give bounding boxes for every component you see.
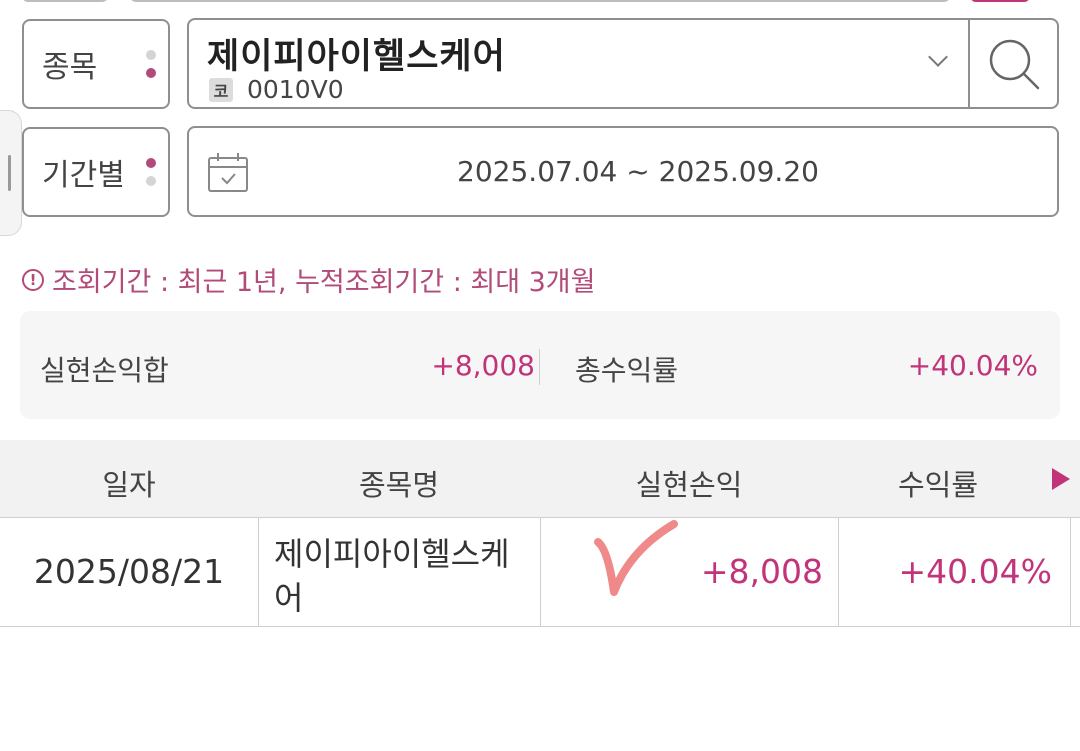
top-cutoff-left bbox=[22, 0, 108, 2]
notice: ! 조회기간 : 최근 1년, 누적조회기간 : 최대 3개월 bbox=[22, 260, 596, 299]
scroll-right-icon[interactable] bbox=[1052, 468, 1070, 490]
side-drawer-handle[interactable] bbox=[0, 110, 22, 236]
table-row[interactable]: 2025/08/21 제이피아이헬스케어 +8,008 +40.04% bbox=[0, 518, 1080, 627]
row-return-rate: +40.04% bbox=[898, 552, 1052, 591]
drawer-grip-icon bbox=[8, 155, 11, 191]
date-range-field[interactable]: 2025.07.04 ~ 2025.09.20 bbox=[187, 126, 1059, 217]
search-icon bbox=[989, 39, 1040, 90]
total-return-label: 총수익률 bbox=[575, 354, 679, 387]
check-mark-icon bbox=[594, 520, 678, 596]
column-divider bbox=[838, 518, 839, 627]
stock-code: 0010V0 bbox=[247, 75, 344, 104]
date-range-text: 2025.07.04 ~ 2025.09.20 bbox=[457, 155, 819, 188]
toggle-dots bbox=[146, 50, 156, 78]
row-date: 2025/08/21 bbox=[33, 552, 225, 591]
column-header-stock-name[interactable]: 종목명 bbox=[258, 462, 540, 504]
search-button[interactable] bbox=[970, 20, 1059, 108]
row-realized-pl: +8,008 bbox=[700, 552, 823, 591]
column-divider bbox=[540, 518, 541, 627]
stock-selector[interactable]: 제이피아이헬스케어 코 0010V0 bbox=[187, 18, 1059, 109]
stock-label-box: 종목 bbox=[22, 19, 170, 109]
period-label-box: 기간별 bbox=[22, 127, 170, 217]
top-cutoff-main bbox=[130, 0, 950, 2]
realized-pl-sum-label: 실현손익합 bbox=[40, 354, 169, 387]
toggle-dots bbox=[146, 158, 156, 186]
realized-pl-sum-value: +8,008 bbox=[431, 349, 535, 382]
column-divider bbox=[258, 518, 259, 627]
period-label: 기간별 bbox=[42, 158, 125, 193]
column-divider bbox=[1070, 518, 1071, 627]
row-stock-name: 제이피아이헬스케어 bbox=[274, 535, 510, 617]
column-header-return-rate[interactable]: 수익률 bbox=[838, 462, 1038, 504]
total-return-value: +40.04% bbox=[907, 349, 1038, 382]
summary-divider bbox=[539, 349, 540, 385]
top-cutoff-right bbox=[970, 0, 1030, 2]
chevron-down-icon[interactable] bbox=[928, 47, 948, 67]
info-icon: ! bbox=[22, 268, 44, 291]
stock-label: 종목 bbox=[42, 50, 98, 85]
stock-name: 제이피아이헬스케어 bbox=[207, 37, 506, 77]
table-header: 일자 종목명 실현손익 수익률 bbox=[0, 440, 1080, 518]
notice-text: 조회기간 : 최근 1년, 누적조회기간 : 최대 3개월 bbox=[52, 267, 596, 298]
market-badge: 코 bbox=[209, 78, 233, 102]
column-header-realized-pl[interactable]: 실현손익 bbox=[540, 462, 838, 504]
summary-panel: 실현손익합 +8,008 총수익률 +40.04% bbox=[20, 311, 1060, 419]
column-header-date[interactable]: 일자 bbox=[0, 462, 258, 504]
